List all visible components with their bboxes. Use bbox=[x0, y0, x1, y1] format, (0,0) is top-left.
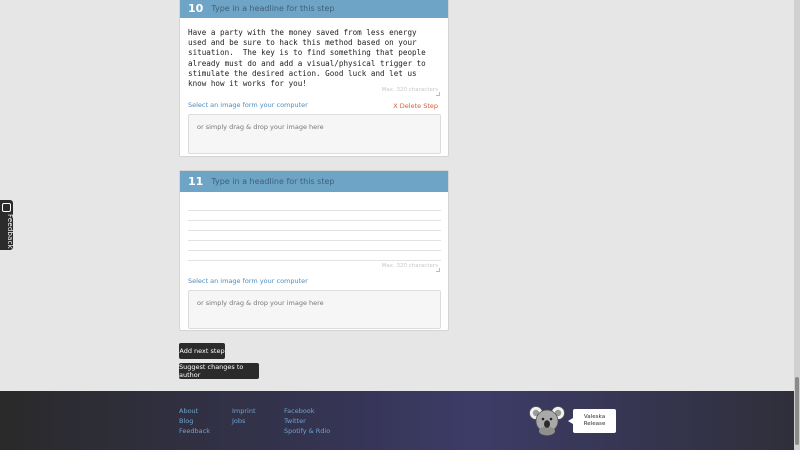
step-number: 11 bbox=[188, 175, 204, 188]
feedback-tab[interactable]: Feedback bbox=[0, 200, 14, 250]
step-number: 10 bbox=[188, 2, 204, 15]
max-characters-hint: Max. 320 characters bbox=[381, 263, 438, 269]
speech-line-2: Release bbox=[583, 421, 606, 427]
step-header: 11 Type in a headline for this step bbox=[180, 171, 448, 192]
step-headline-input[interactable]: Type in a headline for this step bbox=[211, 177, 334, 186]
step-card-10: 10 Type in a headline for this step Have… bbox=[179, 0, 449, 157]
footer-column-2: Imprint Jobs bbox=[232, 406, 256, 426]
scrollbar[interactable] bbox=[794, 0, 800, 450]
step-text-area[interactable] bbox=[188, 201, 441, 261]
select-image-link[interactable]: Select an image form your computer bbox=[188, 101, 308, 109]
footer-link-imprint[interactable]: Imprint bbox=[232, 406, 256, 416]
image-drop-zone[interactable]: or simply drag & drop your image here bbox=[188, 114, 441, 154]
feedback-tab-label: Feedback bbox=[6, 214, 14, 249]
footer-link-twitter[interactable]: Twitter bbox=[284, 416, 330, 426]
chat-icon bbox=[2, 203, 11, 212]
speech-line-1: Valeska bbox=[583, 413, 606, 420]
drop-zone-text: or simply drag & drop your image here bbox=[197, 123, 324, 131]
footer-link-blog[interactable]: Blog bbox=[179, 416, 210, 426]
max-characters-hint: Max. 320 characters bbox=[381, 87, 438, 93]
footer-column-1: About Blog Feedback bbox=[179, 406, 210, 436]
resize-handle[interactable] bbox=[436, 92, 440, 96]
footer-link-facebook[interactable]: Facebook bbox=[284, 406, 330, 416]
step-header: 10 Type in a headline for this step bbox=[180, 0, 448, 18]
step-text-area[interactable]: Have a party with the money saved from l… bbox=[188, 28, 441, 88]
footer-link-about[interactable]: About bbox=[179, 406, 210, 416]
image-drop-zone[interactable]: or simply drag & drop your image here bbox=[188, 290, 441, 329]
footer: About Blog Feedback Imprint Jobs Faceboo… bbox=[0, 391, 794, 450]
koala-icon bbox=[529, 406, 565, 436]
scrollbar-thumb[interactable] bbox=[795, 377, 799, 445]
add-next-step-button[interactable]: Add next step bbox=[179, 343, 225, 359]
select-image-link[interactable]: Select an image form your computer bbox=[188, 277, 308, 285]
footer-link-spotify-rdio[interactable]: Spotify & Rdio bbox=[284, 426, 330, 436]
footer-column-3: Facebook Twitter Spotify & Rdio bbox=[284, 406, 330, 436]
resize-handle[interactable] bbox=[436, 268, 440, 272]
drop-zone-text: or simply drag & drop your image here bbox=[197, 299, 324, 307]
step-card-11: 11 Type in a headline for this step Max.… bbox=[179, 170, 449, 331]
suggest-changes-button[interactable]: Suggest changes to author bbox=[179, 363, 259, 379]
footer-link-feedback[interactable]: Feedback bbox=[179, 426, 210, 436]
speech-bubble: Valeska Release bbox=[568, 409, 616, 433]
footer-link-jobs[interactable]: Jobs bbox=[232, 416, 256, 426]
delete-step-link[interactable]: X Delete Step bbox=[393, 102, 438, 110]
step-headline-input[interactable]: Type in a headline for this step bbox=[211, 4, 334, 13]
